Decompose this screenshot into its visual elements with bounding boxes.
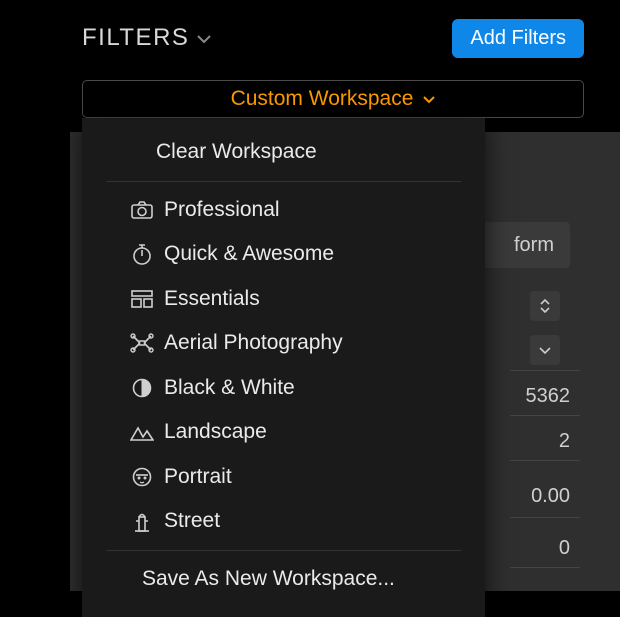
mountain-icon [130, 421, 154, 445]
title-text: FILTERS [82, 24, 189, 52]
chevron-down-icon [423, 95, 435, 104]
divider [510, 517, 580, 518]
panel-title[interactable]: FILTERS [82, 24, 211, 52]
menu-item-label: Essentials [164, 283, 260, 316]
value-fragment: 5362 [510, 385, 570, 408]
drone-icon [130, 331, 154, 355]
menu-item-quick-awesome[interactable]: Quick & Awesome [82, 232, 485, 277]
section-label-fragment: form [514, 234, 554, 257]
menu-item-aerial[interactable]: Aerial Photography [82, 321, 485, 366]
value-text: 0 [510, 537, 570, 560]
divider [510, 567, 580, 568]
chevron-down-icon [197, 34, 211, 44]
contrast-icon [130, 376, 154, 400]
menu-divider [106, 550, 461, 551]
value-fragment: 2 [510, 430, 570, 453]
face-icon [130, 465, 154, 489]
menu-item-portrait[interactable]: Portrait [82, 455, 485, 500]
dropdown-button[interactable] [530, 335, 560, 365]
menu-item-bw[interactable]: Black & White [82, 366, 485, 411]
property-row: 0 [510, 530, 570, 566]
menu-item-label: Aerial Photography [164, 327, 343, 360]
menu-item-save-workspace[interactable]: Save As New Workspace... [82, 557, 485, 602]
property-row: 5362 [510, 378, 570, 414]
menu-item-label: Landscape [164, 416, 267, 449]
divider [510, 460, 580, 461]
menu-item-label: Clear Workspace [156, 136, 317, 169]
property-row [530, 288, 560, 324]
workspace-label: Custom Workspace [231, 87, 414, 111]
add-filters-button[interactable]: Add Filters [452, 19, 584, 58]
stopwatch-icon [130, 242, 154, 266]
menu-item-label: Professional [164, 194, 280, 227]
menu-item-label: Portrait [164, 461, 232, 494]
menu-item-essentials[interactable]: Essentials [82, 277, 485, 322]
divider [510, 415, 580, 416]
menu-item-clear[interactable]: Clear Workspace [82, 130, 485, 175]
property-row: 2 [510, 423, 570, 459]
hydrant-icon [130, 510, 154, 534]
workspace-menu: Clear Workspace Professional Quick & Awe… [82, 118, 485, 617]
menu-divider [106, 181, 461, 182]
menu-item-label: Quick & Awesome [164, 238, 334, 271]
menu-item-label: Black & White [164, 372, 295, 405]
menu-item-landscape[interactable]: Landscape [82, 410, 485, 455]
menu-item-professional[interactable]: Professional [82, 188, 485, 233]
stepper-button[interactable] [530, 291, 560, 321]
layout-icon [130, 287, 154, 311]
menu-item-label: Street [164, 505, 220, 538]
divider [510, 370, 580, 371]
property-row: 0.00 [510, 478, 570, 514]
value-text: 0.00 [510, 485, 570, 508]
workspace-selector[interactable]: Custom Workspace [82, 80, 584, 118]
menu-item-street[interactable]: Street [82, 499, 485, 544]
camera-icon [130, 198, 154, 222]
property-row [530, 332, 560, 368]
